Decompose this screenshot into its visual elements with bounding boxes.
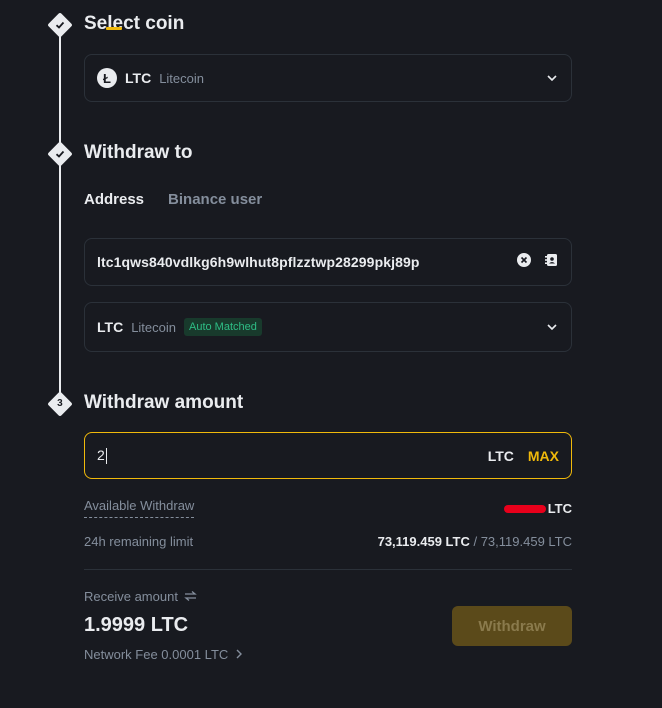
coin-symbol: LTC <box>125 70 152 86</box>
available-withdraw-row: Available Withdraw LTC <box>84 498 572 518</box>
step-3-marker: 3 <box>47 391 73 417</box>
step-1-title: Select coin <box>84 13 185 34</box>
chevron-right-icon <box>236 647 243 662</box>
text-caret <box>105 448 107 465</box>
coin-name: Litecoin <box>159 70 204 86</box>
address-input[interactable]: ltc1qws840vdlkg6h9wlhut8pflzztwp28299pkj… <box>84 238 572 286</box>
amount-unit: LTC <box>487 447 514 464</box>
network-symbol: LTC <box>97 319 124 335</box>
active-tab-indicator <box>106 27 122 30</box>
amount-value: 2 <box>97 446 105 463</box>
redacted-balance <box>503 505 546 514</box>
step-3-number: 3 <box>57 398 63 409</box>
auto-matched-badge: Auto Matched <box>184 318 262 336</box>
network-select-dropdown[interactable]: LTC Litecoin Auto Matched <box>84 302 572 352</box>
divider <box>84 569 572 570</box>
stepper-line <box>59 24 61 404</box>
withdraw-to-tabs: Address Binance user <box>84 191 262 208</box>
receive-amount-label: Receive amount <box>84 589 178 604</box>
coin-select-dropdown[interactable]: Ł LTC Litecoin <box>84 54 572 102</box>
network-name: Litecoin <box>131 319 176 335</box>
step-2-title: Withdraw to <box>84 142 193 163</box>
withdraw-button[interactable]: Withdraw <box>452 606 572 646</box>
address-value: ltc1qws840vdlkg6h9wlhut8pflzztwp28299pkj… <box>97 254 420 270</box>
max-button[interactable]: MAX <box>528 448 559 464</box>
receive-amount-label-row: Receive amount <box>84 589 284 604</box>
available-withdraw-label[interactable]: Available Withdraw <box>84 498 195 518</box>
total-limit-value: / 73,119.459 LTC <box>469 534 572 549</box>
step-2-check-icon <box>47 141 73 167</box>
remaining-limit-row: 24h remaining limit 73,119.459 LTC / 73,… <box>84 534 572 549</box>
swap-arrows-icon[interactable] <box>184 589 197 604</box>
litecoin-logo-icon: Ł <box>97 68 117 88</box>
remaining-limit-value: 73,119.459 LTC <box>377 534 470 549</box>
receive-amount-value: 1.9999 LTC <box>84 614 189 636</box>
available-unit: LTC <box>547 500 572 516</box>
address-book-icon[interactable] <box>543 252 559 273</box>
remaining-limit-label: 24h remaining limit <box>84 534 194 549</box>
chevron-down-icon <box>545 71 559 85</box>
amount-input[interactable]: 2 LTC MAX <box>84 432 572 479</box>
clear-icon[interactable] <box>517 252 531 272</box>
tab-binance-user[interactable]: Binance user <box>168 191 262 208</box>
chevron-down-icon <box>545 320 559 334</box>
network-fee-label: Network Fee 0.0001 LTC <box>84 647 229 662</box>
tab-address[interactable]: Address <box>84 191 144 208</box>
network-fee-row[interactable]: Network Fee 0.0001 LTC <box>84 647 284 662</box>
step-1-check-icon <box>47 12 73 38</box>
step-3-title: Withdraw amount <box>84 392 244 413</box>
